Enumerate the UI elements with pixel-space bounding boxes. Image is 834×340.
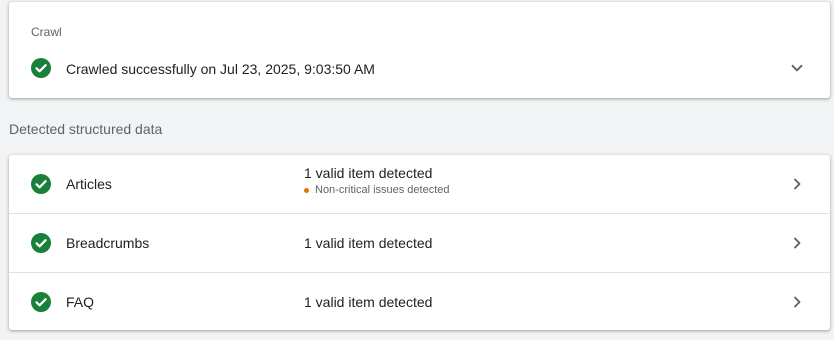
warning-dot-icon — [304, 187, 309, 193]
structured-data-row-faq[interactable]: FAQ 1 valid item detected — [9, 272, 830, 331]
warning-note-text: Non-critical issues detected — [315, 184, 450, 196]
crawl-card: Crawl Crawled successfully on Jul 23, 20… — [9, 2, 830, 98]
check-circle-icon — [31, 174, 51, 194]
row-name: FAQ — [66, 294, 95, 310]
chevron-right-icon[interactable] — [787, 233, 807, 253]
row-warning-note: Non-critical issues detected — [304, 184, 450, 196]
check-circle-icon — [31, 58, 51, 78]
structured-data-row-breadcrumbs[interactable]: Breadcrumbs 1 valid item detected — [9, 213, 830, 272]
check-circle-icon — [31, 292, 51, 312]
structured-data-card: Articles 1 valid item detected Non-criti… — [9, 155, 830, 330]
chevron-right-icon[interactable] — [787, 292, 807, 312]
check-circle-icon — [31, 233, 51, 253]
structured-data-row-articles[interactable]: Articles 1 valid item detected Non-criti… — [9, 155, 830, 213]
crawl-status-text: Crawled successfully on Jul 23, 2025, 9:… — [66, 61, 375, 77]
structured-data-heading: Detected structured data — [9, 121, 163, 137]
crawl-section-label: Crawl — [31, 25, 62, 39]
row-name: Articles — [66, 176, 112, 192]
row-status: 1 valid item detected — [304, 294, 433, 310]
chevron-down-icon[interactable] — [787, 58, 807, 78]
row-status: 1 valid item detected — [304, 165, 433, 181]
row-status: 1 valid item detected — [304, 235, 433, 251]
chevron-right-icon[interactable] — [787, 174, 807, 194]
row-name: Breadcrumbs — [66, 235, 150, 251]
